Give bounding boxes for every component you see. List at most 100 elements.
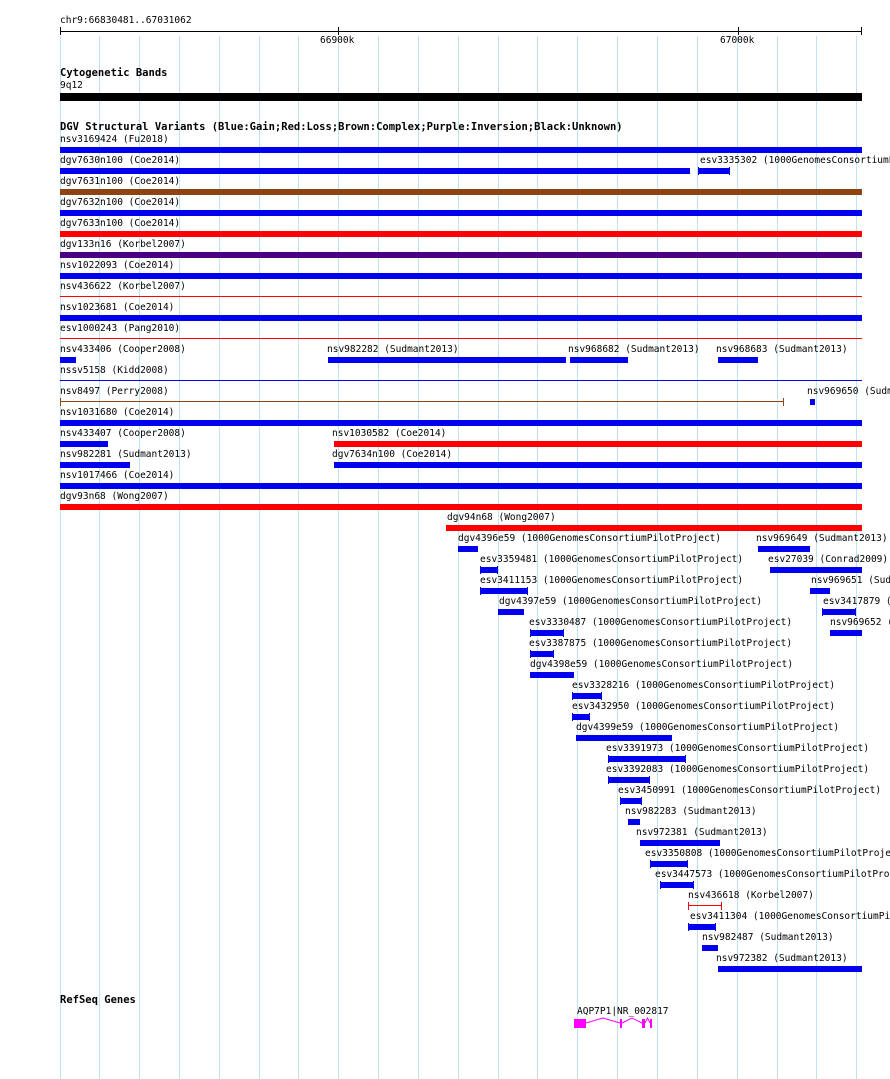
variant-bar[interactable] xyxy=(576,735,672,741)
variant-bar[interactable] xyxy=(60,504,862,510)
variant-bar[interactable] xyxy=(60,357,76,363)
variant-label[interactable]: dgv7633n100 (Coe2014) xyxy=(60,218,180,229)
variant-bar[interactable] xyxy=(60,380,862,381)
variant-bar[interactable] xyxy=(446,525,862,531)
variant-bar[interactable] xyxy=(822,609,856,615)
variant-bar[interactable] xyxy=(572,693,602,699)
variant-bar[interactable] xyxy=(688,905,722,906)
variant-label[interactable]: esv3359481 (1000GenomesConsortiumPilotPr… xyxy=(480,554,743,565)
variant-bar[interactable] xyxy=(810,399,815,405)
variant-label[interactable]: nsv982487 (Sudmant2013) xyxy=(702,932,834,943)
variant-label[interactable]: dgv4397e59 (1000GenomesConsortiumPilotPr… xyxy=(499,596,762,607)
variant-label[interactable]: nsv968683 (Sudmant2013) xyxy=(716,344,848,355)
variant-label[interactable]: dgv4399e59 (1000GenomesConsortiumPilotPr… xyxy=(576,722,839,733)
variant-label[interactable]: nsv969651 (Sudmant2013) xyxy=(811,575,890,586)
variant-bar[interactable] xyxy=(60,462,130,468)
variant-bar[interactable] xyxy=(480,567,498,573)
variant-label[interactable]: esv3387875 (1000GenomesConsortiumPilotPr… xyxy=(529,638,792,649)
variant-bar[interactable] xyxy=(60,338,862,339)
variant-label[interactable]: nsv436622 (Korbel2007) xyxy=(60,281,186,292)
variant-bar[interactable] xyxy=(718,966,862,972)
variant-label[interactable]: nsv968682 (Sudmant2013) xyxy=(568,344,700,355)
variant-label[interactable]: nsv3169424 (Fu2018) xyxy=(60,134,169,145)
variant-bar[interactable] xyxy=(718,357,758,363)
variant-label[interactable]: dgv133n16 (Korbel2007) xyxy=(60,239,186,250)
variant-bar[interactable] xyxy=(458,546,478,552)
variant-label[interactable]: esv3392083 (1000GenomesConsortiumPilotPr… xyxy=(606,764,869,775)
variant-bar[interactable] xyxy=(570,357,628,363)
variant-label[interactable]: nsv969649 (Sudmant2013) xyxy=(756,533,888,544)
variant-label[interactable]: dgv7634n100 (Coe2014) xyxy=(332,449,452,460)
variant-bar[interactable] xyxy=(60,483,862,489)
variant-label[interactable]: dgv7630n100 (Coe2014) xyxy=(60,155,180,166)
variant-bar[interactable] xyxy=(498,609,524,615)
variant-bar[interactable] xyxy=(830,630,862,636)
variant-bar[interactable] xyxy=(698,168,730,174)
variant-label[interactable]: nssv5158 (Kidd2008) xyxy=(60,365,169,376)
variant-bar[interactable] xyxy=(60,168,690,174)
variant-label[interactable]: esv3330487 (1000GenomesConsortiumPilotPr… xyxy=(529,617,792,628)
variant-bar[interactable] xyxy=(660,882,694,888)
variant-label[interactable]: nsv969652 (Sudmant2013) xyxy=(830,617,890,628)
variant-bar[interactable] xyxy=(530,630,564,636)
variant-label[interactable]: nsv982282 (Sudmant2013) xyxy=(327,344,459,355)
variant-bar[interactable] xyxy=(60,210,862,216)
variant-label[interactable]: nsv436618 (Korbel2007) xyxy=(688,890,814,901)
variant-label[interactable]: dgv94n68 (Wong2007) xyxy=(447,512,556,523)
variant-bar[interactable] xyxy=(60,441,108,447)
variant-bar[interactable] xyxy=(688,924,716,930)
variant-label[interactable]: esv3411153 (1000GenomesConsortiumPilotPr… xyxy=(480,575,743,586)
variant-label[interactable]: nsv8497 (Perry2008) xyxy=(60,386,169,397)
variant-label[interactable]: nsv433407 (Cooper2008) xyxy=(60,428,186,439)
variant-bar[interactable] xyxy=(60,231,862,237)
variant-label[interactable]: nsv1030582 (Coe2014) xyxy=(332,428,446,439)
variant-label[interactable]: nsv982283 (Sudmant2013) xyxy=(625,806,757,817)
variant-label[interactable]: esv3450991 (1000GenomesConsortiumPilotPr… xyxy=(618,785,881,796)
variant-label[interactable]: nsv1017466 (Coe2014) xyxy=(60,470,174,481)
variant-bar[interactable] xyxy=(770,567,862,573)
variant-bar[interactable] xyxy=(60,420,862,426)
variant-label[interactable]: esv1000243 (Pang2010) xyxy=(60,323,180,334)
variant-bar[interactable] xyxy=(640,840,720,846)
variant-label[interactable]: nsv433406 (Cooper2008) xyxy=(60,344,186,355)
variant-bar[interactable] xyxy=(480,588,528,594)
variant-label[interactable]: esv3350808 (1000GenomesConsortiumPilotPr… xyxy=(645,848,890,859)
variant-bar[interactable] xyxy=(60,273,862,279)
variant-label[interactable]: nsv1022093 (Coe2014) xyxy=(60,260,174,271)
variant-bar[interactable] xyxy=(572,714,590,720)
variant-bar[interactable] xyxy=(60,315,862,321)
cytoband-bar[interactable] xyxy=(60,93,862,101)
variant-bar[interactable] xyxy=(334,462,862,468)
variant-label[interactable]: esv3328216 (1000GenomesConsortiumPilotPr… xyxy=(572,680,835,691)
variant-label[interactable]: dgv4396e59 (1000GenomesConsortiumPilotPr… xyxy=(458,533,721,544)
variant-label[interactable]: nsv1023681 (Coe2014) xyxy=(60,302,174,313)
variant-bar[interactable] xyxy=(530,651,554,657)
variant-bar[interactable] xyxy=(628,819,640,825)
variant-label[interactable]: esv3411304 (1000GenomesConsortiumPilotPr… xyxy=(690,911,890,922)
variant-label[interactable]: esv3335302 (1000GenomesConsortiumPilotPr… xyxy=(700,155,890,166)
variant-bar[interactable] xyxy=(60,147,862,153)
variant-bar[interactable] xyxy=(620,798,642,804)
variant-label[interactable]: esv27039 (Conrad2009) xyxy=(768,554,888,565)
variant-bar[interactable] xyxy=(530,672,574,678)
variant-label[interactable]: dgv93n68 (Wong2007) xyxy=(60,491,169,502)
variant-bar[interactable] xyxy=(810,588,830,594)
variant-bar[interactable] xyxy=(650,861,688,867)
variant-label[interactable]: esv3432950 (1000GenomesConsortiumPilotPr… xyxy=(572,701,835,712)
variant-label[interactable]: esv3447573 (1000GenomesConsortiumPilotPr… xyxy=(655,869,890,880)
variant-bar[interactable] xyxy=(328,357,566,363)
variant-label[interactable]: dgv7631n100 (Coe2014) xyxy=(60,176,180,187)
variant-bar[interactable] xyxy=(334,441,862,447)
variant-label[interactable]: nsv1031680 (Coe2014) xyxy=(60,407,174,418)
variant-bar[interactable] xyxy=(608,756,686,762)
variant-label[interactable]: nsv982281 (Sudmant2013) xyxy=(60,449,192,460)
variant-bar[interactable] xyxy=(60,189,862,195)
variant-label[interactable]: nsv972382 (Sudmant2013) xyxy=(716,953,848,964)
variant-bar[interactable] xyxy=(758,546,810,552)
variant-label[interactable]: dgv4398e59 (1000GenomesConsortiumPilotPr… xyxy=(530,659,793,670)
gene-model[interactable] xyxy=(574,1016,658,1030)
variant-bar[interactable] xyxy=(60,401,784,402)
variant-bar[interactable] xyxy=(702,945,718,951)
variant-label[interactable]: dgv7632n100 (Coe2014) xyxy=(60,197,180,208)
variant-label[interactable]: nsv969650 (Sudmant2013) xyxy=(807,386,890,397)
